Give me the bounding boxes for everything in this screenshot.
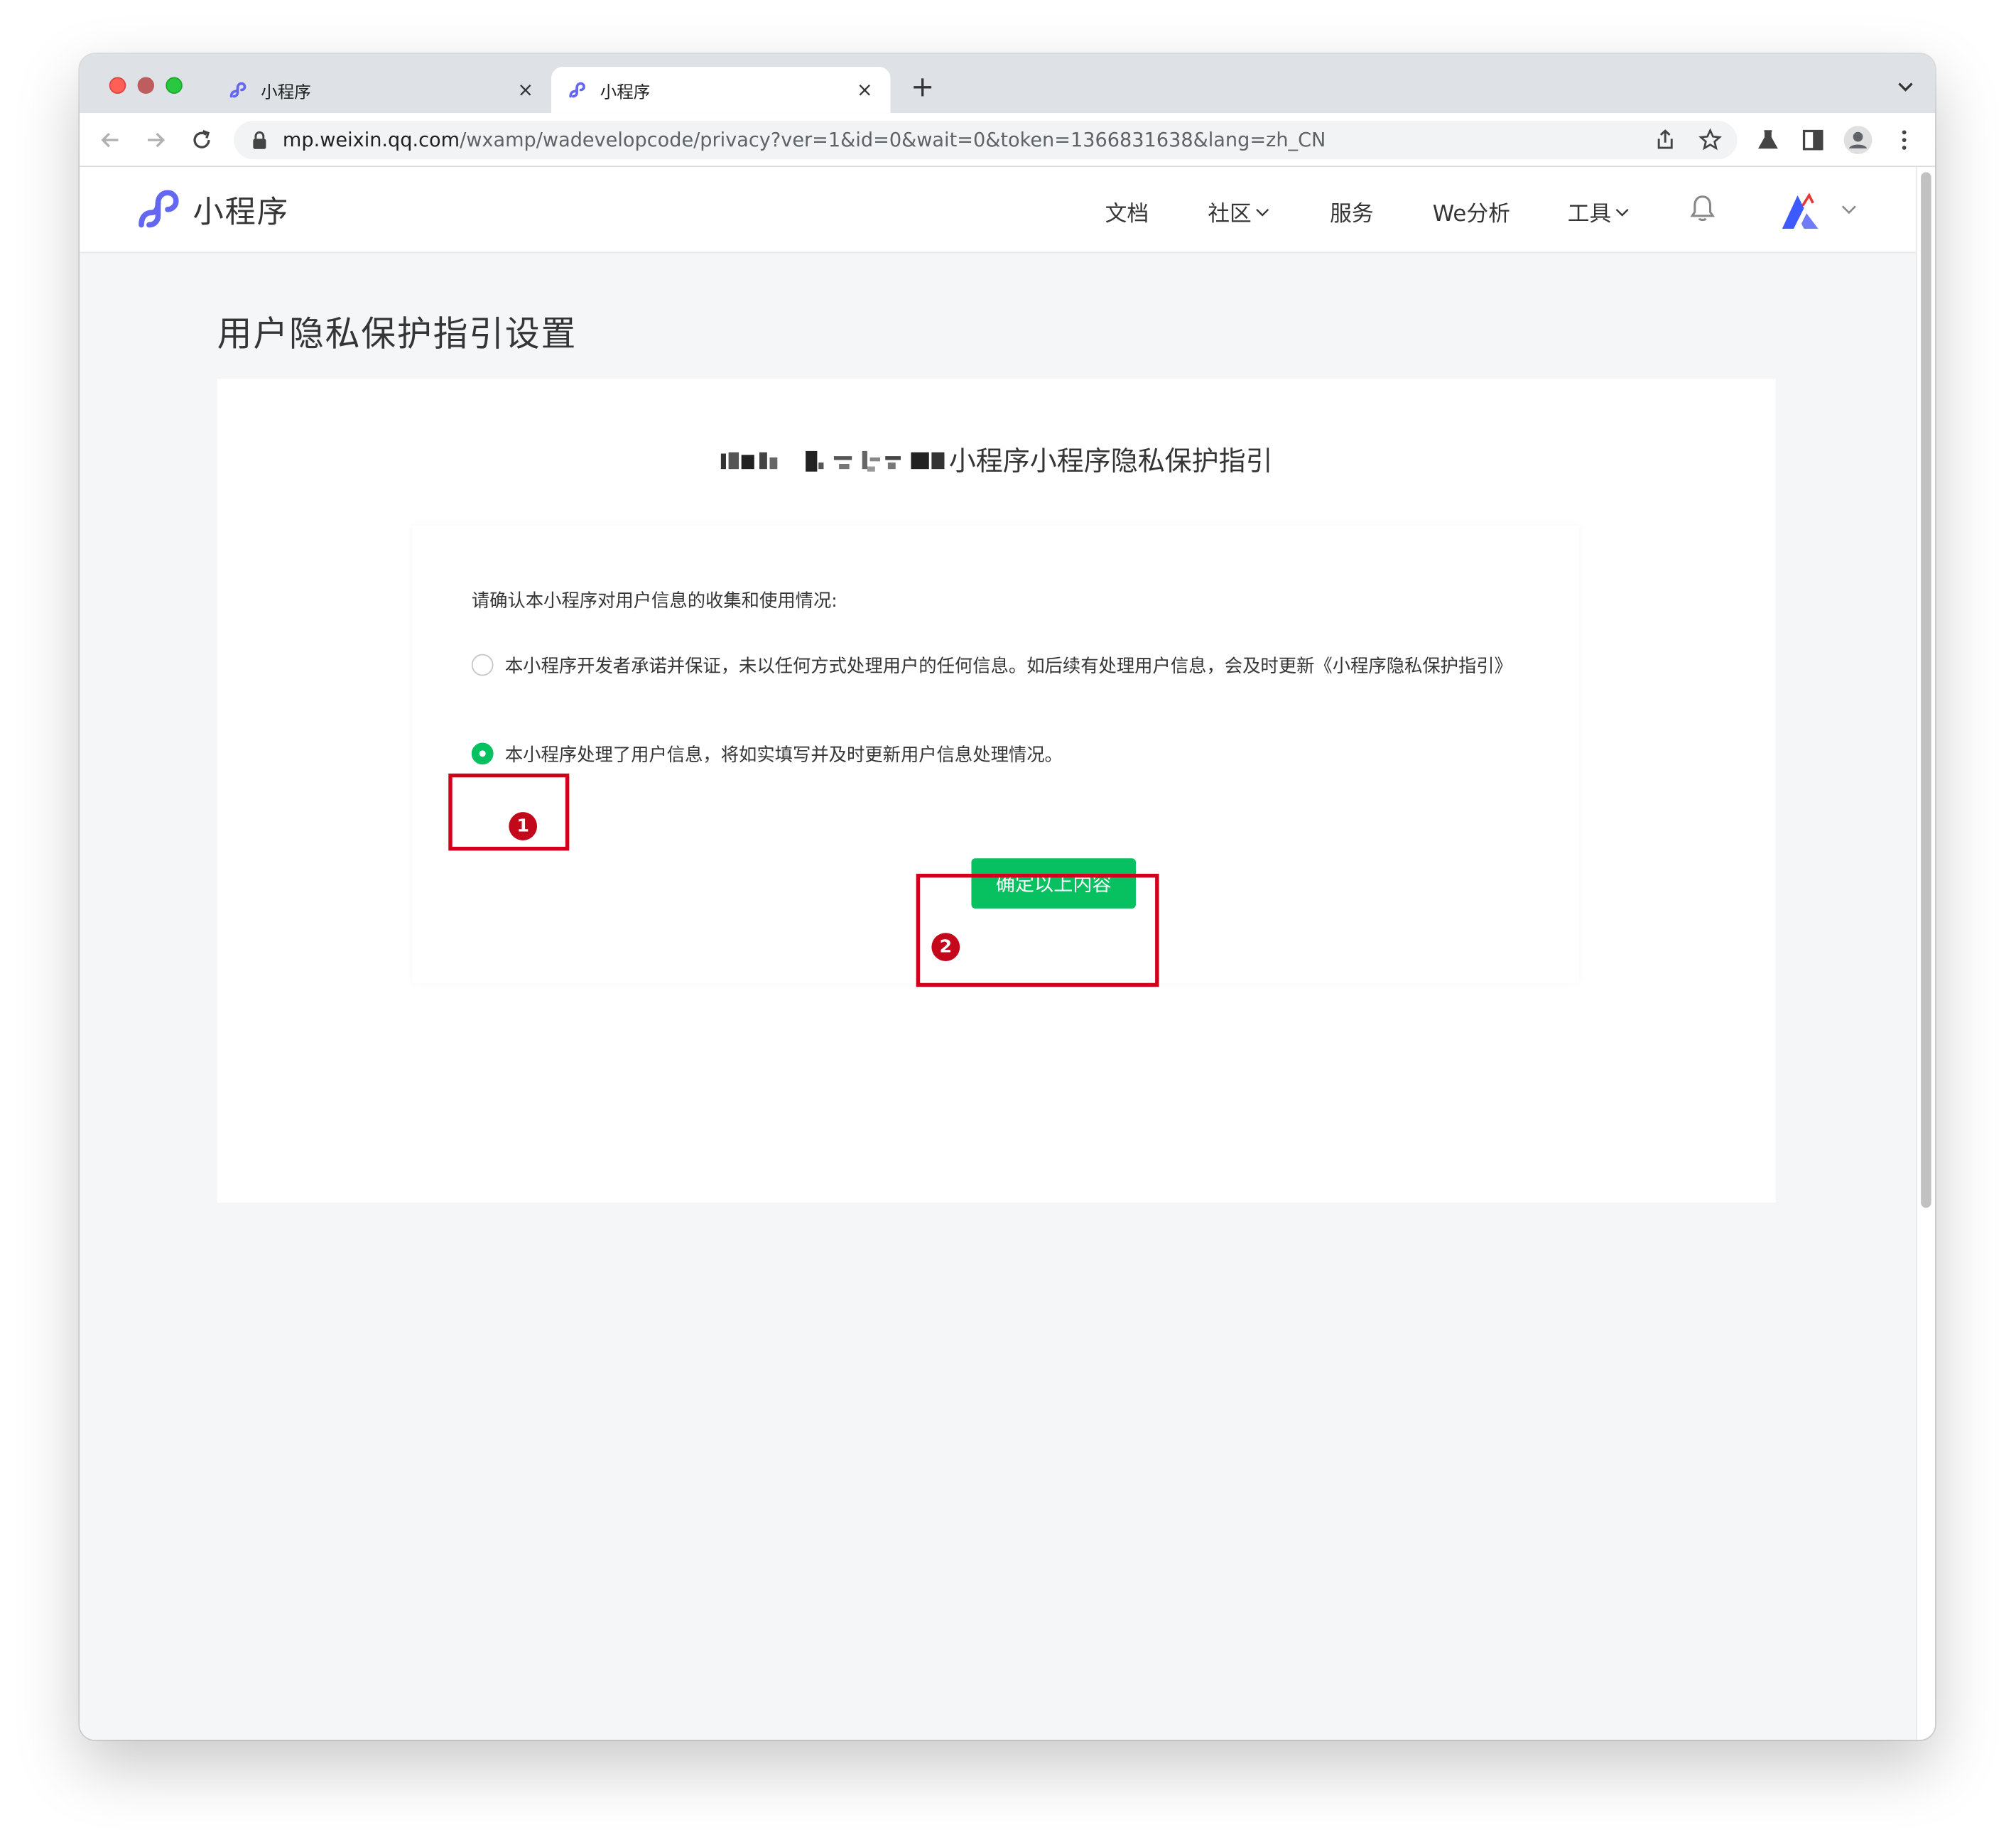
minimize-window-button[interactable] — [137, 77, 155, 94]
nav-tools[interactable]: 工具 — [1568, 195, 1630, 227]
new-tab-button[interactable]: + — [907, 72, 938, 104]
nav-tools-label: 工具 — [1567, 201, 1612, 228]
radio-handles-user-info[interactable] — [471, 742, 494, 765]
option-no-user-info[interactable]: 本小程序开发者承诺并保证，未以任何方式处理用户的任何信息。如后续有处理用户信息，… — [471, 650, 1584, 683]
card-title: 小程序小程序隐私保护指引 — [217, 440, 1776, 479]
confirm-prompt: 请确认本小程序对用户信息的收集和使用情况: — [471, 591, 838, 612]
tab-title: 小程序 — [261, 82, 311, 102]
chevron-down-icon[interactable] — [1841, 205, 1857, 215]
bell-icon[interactable] — [1689, 193, 1717, 223]
brand-logo[interactable]: 小程序 — [134, 185, 289, 231]
lock-icon — [253, 131, 266, 149]
share-icon[interactable] — [1652, 127, 1678, 153]
redacted-app-name — [720, 450, 944, 472]
tab-title: 小程序 — [600, 82, 651, 102]
nav-community[interactable]: 社区 — [1208, 195, 1269, 227]
profile-avatar-icon[interactable] — [1843, 124, 1873, 155]
browser-window: 小程序 × 小程序 × + mp.weixin.qq.com /wxamp/wa… — [80, 53, 1936, 1740]
option-handles-user-info-label: 本小程序处理了用户信息，将如实填写并及时更新用户信息处理情况。 — [504, 745, 1063, 767]
page-title: 用户隐私保护指引设置 — [217, 315, 578, 355]
nav-services[interactable]: 服务 — [1330, 195, 1373, 227]
chevron-down-icon — [1615, 208, 1629, 216]
labs-flask-icon[interactable] — [1755, 127, 1781, 153]
brand-name: 小程序 — [193, 193, 289, 229]
annotation-highlight-1 — [448, 773, 570, 851]
nav-community-label: 社区 — [1208, 201, 1252, 228]
url-host: mp.weixin.qq.com — [282, 128, 460, 152]
browser-toolbar: mp.weixin.qq.com/wxamp/wadevelopcode/pri… — [80, 113, 1936, 168]
miniprogram-logo-icon — [139, 190, 179, 228]
card-title-text: 小程序小程序隐私保护指引 — [948, 445, 1273, 477]
radio-no-user-info[interactable] — [471, 654, 494, 676]
back-arrow-icon[interactable] — [97, 127, 123, 153]
nav-analytics-label: We分析 — [1432, 201, 1510, 228]
annotation-marker-2: 2 — [931, 933, 960, 961]
nav-docs-label: 文档 — [1105, 201, 1149, 228]
annotation-highlight-2 — [916, 873, 1159, 987]
option-handles-user-info[interactable]: 本小程序处理了用户信息，将如实填写并及时更新用户信息处理情况。 — [471, 739, 1584, 772]
bookmark-star-icon[interactable] — [1697, 127, 1723, 153]
account-avatar-icon[interactable] — [1778, 190, 1821, 232]
nav-services-label: 服务 — [1330, 201, 1374, 228]
address-bar[interactable]: mp.weixin.qq.com/wxamp/wadevelopcode/pri… — [234, 121, 1738, 160]
nav-analytics[interactable]: We分析 — [1433, 195, 1510, 227]
page-scrollbar[interactable] — [1915, 167, 1936, 1740]
top-navigation: 小程序 文档 社区 服务 We分析 工具 — [80, 167, 1916, 254]
miniprogram-favicon-icon — [229, 82, 246, 98]
close-window-button[interactable] — [109, 77, 126, 94]
scrollbar-thumb[interactable] — [1921, 172, 1931, 1208]
forward-arrow-icon[interactable] — [143, 127, 168, 153]
tab-strip: 小程序 × 小程序 × + — [80, 53, 1936, 114]
tab-close-icon[interactable]: × — [855, 78, 875, 102]
maximize-window-button[interactable] — [166, 77, 183, 94]
page-viewport: 小程序 文档 社区 服务 We分析 工具 用户隐私保护指引设置 小程序小程序隐私… — [80, 167, 1916, 1740]
browser-tab-2[interactable]: 小程序 × — [551, 67, 891, 114]
side-panel-icon[interactable] — [1800, 127, 1826, 153]
annotation-marker-1: 1 — [509, 812, 538, 840]
reload-icon[interactable] — [189, 127, 215, 153]
browser-tab-1[interactable]: 小程序 × — [212, 67, 551, 113]
miniprogram-favicon-icon — [569, 82, 585, 98]
nav-docs[interactable]: 文档 — [1105, 195, 1149, 227]
chevron-down-icon — [1256, 208, 1269, 216]
url-path: /wxamp/wadevelopcode/privacy?ver=1&id=0&… — [460, 128, 1326, 152]
tab-search-chevron-icon[interactable] — [1897, 77, 1914, 95]
more-menu-icon[interactable] — [1892, 127, 1917, 153]
tab-close-icon[interactable]: × — [515, 78, 536, 102]
option-no-user-info-label: 本小程序开发者承诺并保证，未以任何方式处理用户的任何信息。如后续有处理用户信息，… — [504, 656, 1512, 678]
